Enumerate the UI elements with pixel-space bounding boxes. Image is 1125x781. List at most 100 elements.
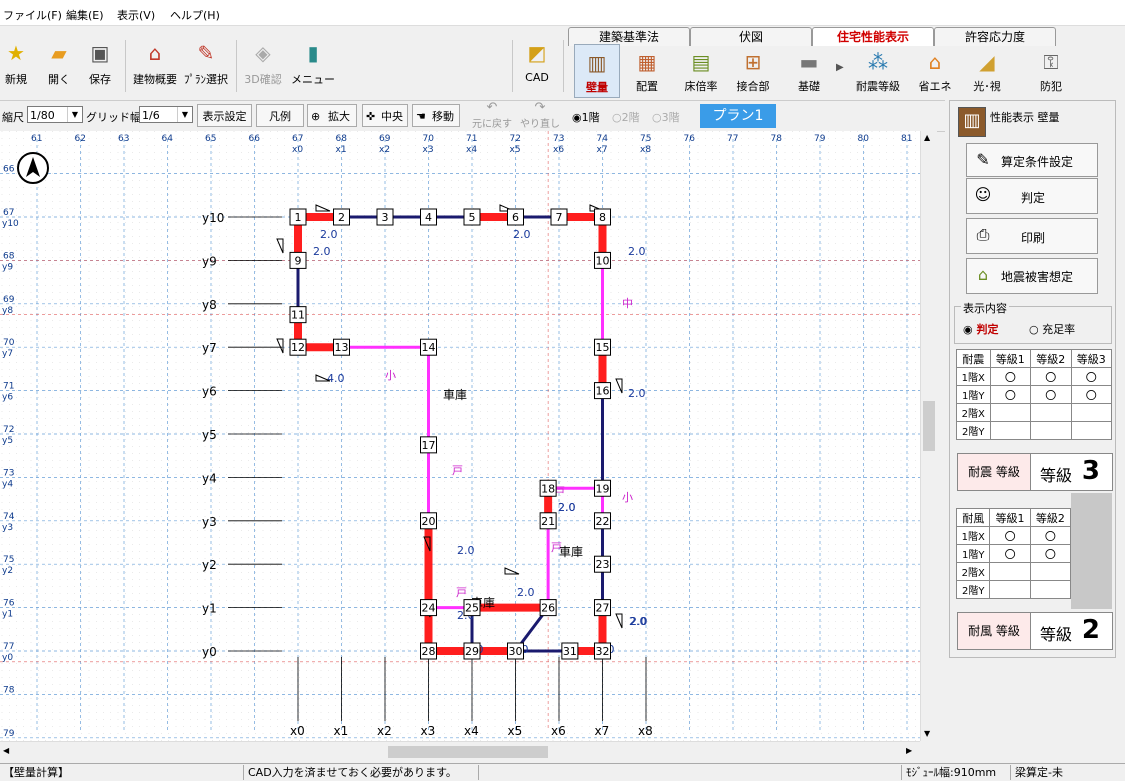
ruler-label-top: 66	[249, 134, 261, 144]
node: 28	[420, 642, 437, 660]
layout-icon: ▦	[637, 50, 657, 74]
ruler-label-top: 62	[75, 134, 86, 144]
menu-file[interactable]: ファイル(F)	[3, 7, 62, 23]
menu-view[interactable]: 表示(V)	[117, 7, 155, 23]
node: 22	[594, 512, 611, 530]
dimension-label: 2.0	[628, 387, 646, 400]
light-view-button[interactable]: ◢ 光･視	[964, 44, 1010, 98]
axis-label-y: y7	[202, 341, 217, 355]
calc-conditions-button[interactable]: ✎ 算定条件設定	[966, 143, 1098, 177]
axis-label-x: x7	[595, 724, 610, 738]
floor-ratio-button[interactable]: ▤ 床倍率	[678, 44, 724, 98]
floor-3-radio[interactable]: ○3階	[652, 109, 680, 125]
axis-label-y: y3	[202, 515, 217, 529]
node: 14	[420, 338, 437, 356]
seismic-cell	[989, 403, 1032, 422]
drawing-canvas[interactable]: 61 62 63 64 65 66 67 68 69 70 71 72 73 74 75 76 77 78 79 80…	[0, 131, 920, 741]
judge-icon: ☺	[974, 185, 992, 204]
layout-button[interactable]: ▦ 配置	[624, 44, 670, 98]
seismic-row-label: 2階X	[956, 403, 991, 422]
floor-2-radio[interactable]: ○2階	[612, 109, 640, 125]
node-label: 27	[596, 602, 610, 615]
wind-cell: 〇	[1029, 526, 1072, 545]
menu-button[interactable]: ▮ メニュー	[288, 26, 338, 94]
display-settings-button[interactable]: 表示設定	[197, 104, 252, 127]
plan-select-button[interactable]: ✎ ﾌﾟﾗﾝ選択	[180, 26, 232, 94]
node-label: 2	[338, 211, 345, 224]
scroll-left-icon[interactable]: ◀	[3, 746, 9, 755]
scroll-up-icon[interactable]: ▲	[924, 133, 930, 142]
plan-tab[interactable]: プラン1	[700, 104, 776, 128]
print-button[interactable]: ⎙ 印刷	[966, 218, 1098, 254]
menu-edit[interactable]: 編集(E)	[66, 7, 104, 23]
undo-button[interactable]: ↶ 元に戻す	[470, 101, 514, 131]
foundation-button[interactable]: ▬ 基礎	[786, 44, 832, 98]
toolbar-separator	[125, 40, 126, 92]
axis-label-x: x0	[290, 724, 305, 738]
open-button[interactable]: ▰ 開く	[36, 26, 82, 94]
horizontal-scroll-thumb[interactable]	[388, 746, 548, 758]
node-label: 29	[465, 645, 479, 658]
crime-prevention-button[interactable]: ⚿ 防犯	[1028, 44, 1074, 98]
ruler-sublabel-left: y1	[2, 610, 13, 620]
3d-view-button[interactable]: ◈ 3D確認	[240, 26, 286, 94]
joint-icon: ⊞	[744, 50, 762, 74]
hand-icon: ☚	[416, 110, 426, 123]
floor-icon: ▤	[691, 50, 711, 74]
redo-button[interactable]: ↷ やり直し	[518, 101, 562, 131]
zoom-button[interactable]: ⊕ 拡大	[307, 104, 357, 127]
scale-select[interactable]: 1/80 ▼	[27, 106, 83, 123]
axis-label-x: x1	[334, 724, 349, 738]
floor-1-radio[interactable]: ◉1階	[572, 109, 600, 125]
node: 5	[463, 208, 481, 226]
display-content-label: 表示内容	[961, 300, 1009, 316]
building-summary-button[interactable]: ⌂ 建物概要	[128, 26, 182, 94]
wall-icon: ▥	[587, 51, 607, 75]
node-label: 11	[291, 309, 305, 322]
ruler-label-left: 72	[3, 425, 14, 435]
light-icon: ◢	[979, 50, 995, 74]
wind-cell	[989, 580, 1031, 599]
joint-button[interactable]: ⊞ 接合部	[730, 44, 776, 98]
dimension-label: 2.0	[320, 228, 338, 241]
wind-header-cell: 耐風	[955, 508, 991, 527]
node-label: 23	[596, 558, 610, 571]
wind-result: 耐風 等級 等級 2	[957, 612, 1113, 650]
grid-width-select[interactable]: 1/6 ▼	[139, 106, 193, 123]
earthquake-damage-button[interactable]: ⌂ 地震被害想定	[966, 258, 1098, 294]
ruler-label-top: 79	[814, 134, 826, 144]
view-toolbar: 縮尺 1/80 ▼ グリッド幅 1/6 ▼ 表示設定 凡例 ⊕ 拡大 ✜ 中央 ☚ 移動 …	[0, 100, 945, 132]
seismic-cell: 〇	[989, 385, 1032, 404]
scroll-down-icon[interactable]: ▼	[924, 729, 930, 738]
center-button[interactable]: ✜ 中央	[362, 104, 408, 127]
vertical-scrollbar[interactable]: ▲ ▼	[920, 131, 937, 741]
wall-quantity-button[interactable]: ▥ 壁量	[574, 44, 620, 98]
new-button[interactable]: ★ 新規	[0, 26, 38, 94]
judge-radio[interactable]: ◉ 判定	[963, 321, 998, 337]
cad-button[interactable]: ◩ CAD	[514, 26, 560, 94]
node-label: 8	[599, 211, 606, 224]
horizontal-scrollbar[interactable]: ◀ ▶	[0, 741, 920, 762]
status-module-width: ﾓｼﾞｭｰﾙ幅:910mm	[903, 765, 1011, 780]
ruler-label-top: 67	[292, 134, 303, 144]
node-label: 26	[541, 602, 555, 615]
ruler-sublabel-top: x5	[510, 145, 521, 155]
legend-button[interactable]: 凡例	[256, 104, 304, 127]
display-content-group: 表示内容 ◉ 判定 ○ 充足率	[954, 300, 1112, 344]
scroll-right-icon[interactable]: ▶	[906, 746, 912, 755]
energy-saving-button[interactable]: ⌂ 省エネ	[912, 44, 958, 98]
sufficiency-radio[interactable]: ○ 充足率	[1029, 321, 1075, 337]
judge-button[interactable]: ☺ 判定	[966, 178, 1098, 214]
seismic-cell	[989, 421, 1032, 440]
ruler-label-left: 69	[3, 295, 15, 305]
move-button[interactable]: ☚ 移動	[412, 104, 460, 127]
menu-help[interactable]: ヘルプ(H)	[170, 7, 220, 23]
node-label: 17	[422, 439, 436, 452]
ruler-label-left: 70	[3, 338, 15, 348]
seismic-grade-button[interactable]: ⁂ 耐震等級	[850, 44, 906, 98]
ruler-label-top: 75	[640, 134, 651, 144]
ruler-sublabel-top: x2	[379, 145, 390, 155]
save-button[interactable]: ▣ 保存	[77, 26, 123, 94]
axis-label-x: x8	[638, 724, 653, 738]
vertical-scroll-thumb[interactable]	[923, 401, 935, 451]
